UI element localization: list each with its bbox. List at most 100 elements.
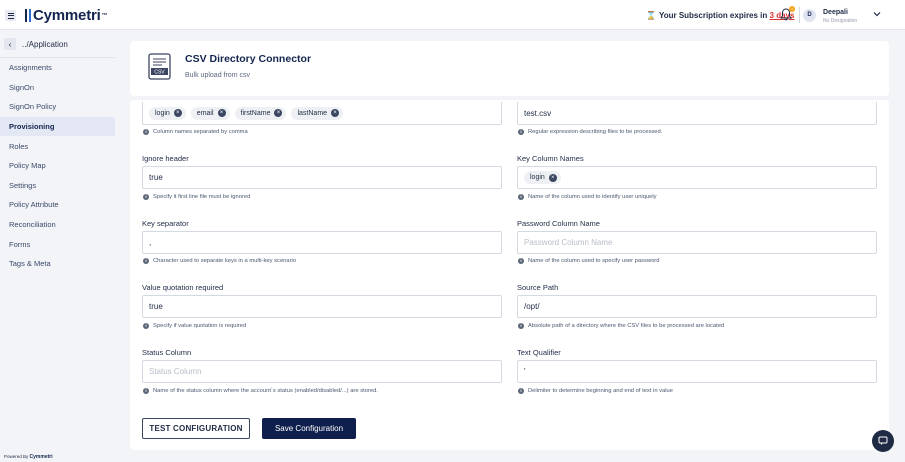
headers-field[interactable]: login × email × firstName × lastName × — [142, 102, 502, 125]
avatar[interactable]: D — [803, 9, 816, 22]
sidebar-item-reconciliation[interactable]: Reconciliation — [0, 215, 115, 235]
key-separator-help: i Character used to separate keys in a mu… — [143, 258, 296, 264]
close-circle-icon[interactable]: × — [548, 173, 557, 182]
info-icon: i — [143, 388, 149, 394]
password-column-placeholder: Password Column Name — [524, 238, 613, 247]
source-path-field[interactable]: /opt/ — [517, 295, 877, 318]
key-separator-label: Key separator — [142, 219, 189, 228]
text-qualifier-field[interactable]: ' — [517, 360, 877, 383]
status-column-help: i Name of the status column where the acc… — [143, 388, 378, 394]
chip-label: lastName — [297, 109, 328, 117]
value-quotation-field[interactable]: true — [142, 295, 502, 318]
back-link-label[interactable]: ../Application — [22, 40, 68, 49]
ignore-header-label: Ignore header — [142, 154, 189, 163]
back-link[interactable]: ‹ ../Application — [4, 38, 68, 50]
sidebar-item-assignments[interactable]: Assignments — [0, 58, 115, 78]
info-icon: i — [518, 388, 524, 394]
csv-file-icon: CSV — [148, 53, 171, 80]
connector-subtitle: Bulk upload from csv — [185, 72, 250, 79]
logo-text: Cymmetri — [33, 7, 101, 24]
powered-by-brand: Cymmetri — [29, 454, 53, 460]
password-column-label: Password Column Name — [517, 219, 600, 228]
hamburger-icon[interactable] — [5, 10, 16, 21]
password-column-help: i Name of the column used to specify user… — [518, 258, 659, 264]
help-text: Column names separated by comma — [153, 129, 248, 135]
key-column-names-field[interactable]: login × — [517, 166, 877, 189]
hourglass-icon: ⌛ — [646, 11, 656, 20]
help-text: Name of the column used to identify user… — [528, 194, 657, 200]
key-separator-field[interactable]: , — [142, 231, 502, 254]
source-path-label: Source Path — [517, 283, 559, 292]
key-column-names-help: i Name of the column used to identify use… — [518, 194, 657, 200]
app-logo[interactable]: Cymmetri ™ — [25, 7, 108, 24]
close-circle-icon[interactable]: × — [331, 109, 340, 117]
value-quotation-label: Value quotation required — [142, 283, 224, 292]
sidebar-item-provisioning[interactable]: Provisioning — [0, 116, 115, 137]
chat-fab[interactable] — [872, 430, 894, 452]
text-qualifier-help: i Delimiter to determine beginning and en… — [518, 388, 673, 394]
status-column-placeholder: Status Column — [149, 367, 202, 376]
sidebar-item-policy-map[interactable]: Policy Map — [0, 156, 115, 176]
help-text: Delimiter to determine beginning and end… — [528, 388, 674, 394]
status-column-field[interactable]: Status Column — [142, 360, 502, 383]
info-icon: i — [143, 258, 149, 264]
key-column-names-label: Key Column Names — [517, 154, 584, 163]
user-role: No Designation — [823, 18, 858, 24]
sidebar-nav: Assignments SignOn SignOn Policy Provisi… — [0, 58, 115, 274]
logo-mark-icon — [25, 9, 31, 22]
subscription-alert: ⌛ Your Subscription expires in 3 days — [646, 11, 794, 20]
key-separator-value: , — [149, 238, 152, 247]
connector-header-card — [130, 41, 889, 96]
sidebar-item-signon-policy[interactable]: SignOn Policy — [0, 97, 115, 117]
ignore-header-help: i Specify it first line file must be igno… — [143, 194, 250, 200]
chat-icon — [878, 436, 888, 445]
chip-email: email × — [190, 106, 230, 120]
configuration-form-card — [130, 100, 889, 450]
subscription-text: Your Subscription expires in — [658, 11, 768, 20]
csv-icon-label: CSV — [154, 70, 165, 76]
text-qualifier-label: Text Qualifier — [517, 348, 561, 357]
chip-lastname: lastName × — [291, 106, 344, 120]
connector-title: CSV Directory Connector — [185, 53, 312, 65]
sidebar: ‹ ../Application Assignments SignOn Sign… — [0, 30, 115, 462]
sidebar-item-forms[interactable]: Forms — [0, 234, 115, 254]
sidebar-item-roles[interactable]: Roles — [0, 136, 115, 156]
chip-label: firstName — [240, 109, 271, 117]
test-configuration-button[interactable]: TEST CONFIGURATION — [142, 418, 250, 439]
headers-help: i Column names separated by comma — [143, 129, 248, 135]
help-text: Regular expression describing files to b… — [528, 129, 663, 135]
ignore-header-field[interactable]: true — [142, 166, 502, 189]
chip-login: login × — [149, 106, 186, 120]
info-icon: i — [518, 129, 524, 135]
sidebar-item-signon[interactable]: SignOn — [0, 78, 115, 98]
chip-label: login — [530, 174, 545, 181]
chip-label: login — [155, 109, 170, 117]
sidebar-item-policy-attribute[interactable]: Policy Attribute — [0, 195, 115, 215]
close-circle-icon[interactable]: × — [274, 109, 283, 117]
ignore-header-value: true — [149, 173, 163, 182]
help-text: Character used to separate keys in a mul… — [153, 258, 297, 264]
help-text: Specify it first line file must be ignor… — [153, 194, 251, 200]
password-column-field[interactable]: Password Column Name — [517, 231, 877, 254]
chevron-left-icon[interactable]: ‹ — [4, 38, 16, 50]
close-circle-icon[interactable]: × — [173, 109, 182, 117]
value-quotation-help: i Specify if value quotation is required — [143, 323, 246, 329]
notification-badge: 1 — [789, 6, 795, 12]
powered-by-prefix: Powered By — [4, 454, 29, 459]
chip-label: email — [196, 109, 214, 117]
help-text: Name of the status column where the acco… — [153, 388, 378, 394]
help-text: Specify if value quotation is required — [153, 323, 247, 329]
chevron-down-icon[interactable] — [873, 10, 881, 18]
info-icon: i — [518, 258, 524, 264]
file-mask-help: i Regular expression describing files to … — [518, 129, 662, 135]
sidebar-item-tags-meta[interactable]: Tags & Meta — [0, 254, 115, 274]
sidebar-item-settings[interactable]: Settings — [0, 176, 115, 196]
info-icon: i — [143, 323, 149, 329]
source-path-value: /opt/ — [524, 302, 540, 311]
user-name[interactable]: Deepali — [823, 9, 848, 16]
close-circle-icon[interactable]: × — [217, 109, 226, 117]
help-text: Absolute path of a directory where the C… — [528, 323, 725, 329]
save-configuration-button[interactable]: Save Configuration — [262, 418, 356, 439]
file-mask-field[interactable]: test.csv — [517, 102, 877, 125]
logo-trademark: ™ — [101, 12, 108, 19]
